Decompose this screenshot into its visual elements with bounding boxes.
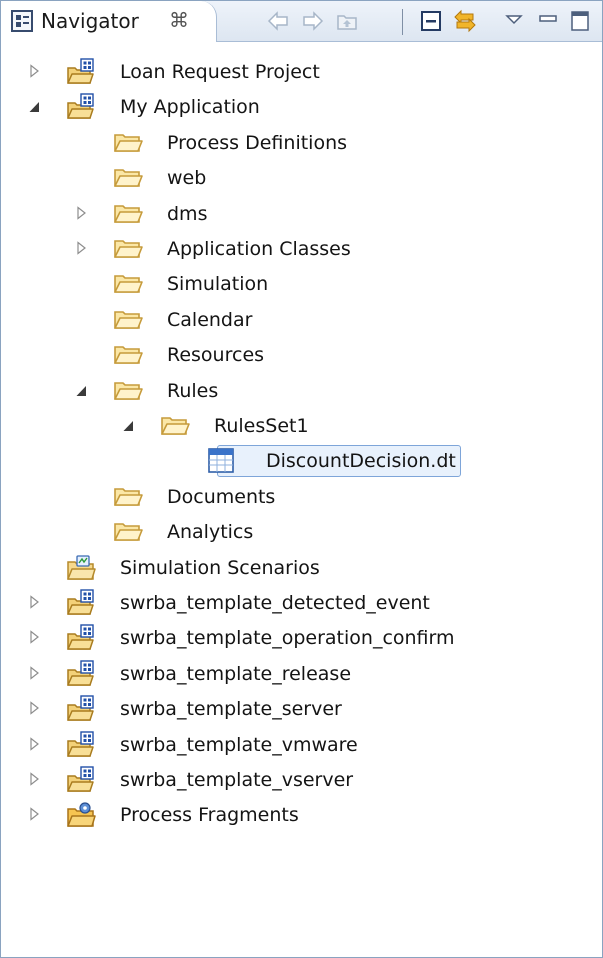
tree-item-application-classes[interactable]: Application Classes	[1, 232, 602, 267]
folder-icon	[113, 235, 143, 262]
tree-item-label: swrba_template_server	[120, 698, 342, 720]
tree-item-documents[interactable]: Documents	[1, 480, 602, 515]
forward-arrow-icon[interactable]	[301, 9, 325, 33]
simulation-scenarios-icon	[66, 554, 96, 581]
decision-table-icon	[207, 447, 237, 474]
close-icon[interactable]: ⌘	[169, 8, 189, 32]
tree-item-label: Loan Request Project	[120, 61, 320, 83]
navigator-view-icon	[11, 10, 33, 32]
collapsed-triangle-icon[interactable]	[28, 630, 41, 644]
link-with-editor-icon[interactable]	[453, 9, 477, 33]
folder-icon	[113, 306, 143, 333]
collapsed-triangle-icon[interactable]	[28, 666, 41, 680]
project-folder-icon	[66, 58, 96, 85]
folder-icon	[113, 377, 143, 404]
tree-item-swrba-template-server[interactable]: swrba_template_server	[1, 692, 602, 727]
navigator-view: Navigator ⌘ Loan Request Project My Appl…	[0, 0, 603, 958]
tree-item-label: swrba_template_detected_event	[120, 592, 430, 614]
folder-icon	[113, 483, 143, 510]
tree-item-analytics[interactable]: Analytics	[1, 515, 602, 550]
tree-item-label: Process Definitions	[167, 132, 348, 154]
view-header: Navigator ⌘	[1, 1, 602, 42]
tree-item-rules[interactable]: Rules	[1, 374, 602, 409]
tree-item-swrba-template-vserver[interactable]: swrba_template_vserver	[1, 763, 602, 798]
tree-item-swrba-template-detected-event[interactable]: swrba_template_detected_event	[1, 586, 602, 621]
tree-item-label: swrba_template_operation_confirm	[120, 627, 455, 649]
folder-icon	[113, 518, 143, 545]
tree-item-process-fragments[interactable]: Process Fragments	[1, 798, 602, 833]
tree-item-resources[interactable]: Resources	[1, 338, 602, 373]
tab-navigator[interactable]: Navigator ⌘	[1, 1, 217, 42]
tree-item-label: Resources	[167, 344, 265, 366]
minimize-icon[interactable]	[536, 9, 560, 33]
tree-item-label: RulesSet1	[214, 415, 309, 437]
tree-item-rulesset1[interactable]: RulesSet1	[1, 409, 602, 444]
expanded-triangle-icon[interactable]	[122, 419, 135, 433]
tree-item-label: Application Classes	[167, 238, 351, 260]
folder-icon	[113, 270, 143, 297]
go-up-icon[interactable]	[335, 9, 359, 33]
tree-item-dms[interactable]: dms	[1, 197, 602, 232]
folder-icon	[113, 164, 143, 191]
tree-item-simulation[interactable]: Simulation	[1, 267, 602, 302]
tree-item-swrba-template-vmware[interactable]: swrba_template_vmware	[1, 728, 602, 763]
tree-item-my-application[interactable]: My Application	[1, 90, 602, 125]
project-folder-icon	[66, 695, 96, 722]
tree-item-label: Process Fragments	[120, 804, 299, 826]
collapsed-triangle-icon[interactable]	[75, 241, 88, 255]
collapse-all-icon[interactable]	[419, 9, 443, 33]
collapsed-triangle-icon[interactable]	[28, 807, 41, 821]
tree-item-label: dms	[167, 203, 208, 225]
tree-item-label: DiscountDecision.dt	[217, 445, 461, 477]
tree-item-label: Simulation	[167, 273, 269, 295]
tab-label: Navigator	[41, 9, 139, 33]
collapsed-triangle-icon[interactable]	[75, 206, 88, 220]
folder-icon	[113, 341, 143, 368]
tree-item-label: Simulation Scenarios	[120, 557, 320, 579]
collapsed-triangle-icon[interactable]	[28, 772, 41, 786]
tree-item-label: Calendar	[167, 309, 253, 331]
folder-icon	[113, 129, 143, 156]
tree-item-loan-request-project[interactable]: Loan Request Project	[1, 55, 602, 90]
tree-item-label: My Application	[120, 96, 260, 118]
project-folder-icon	[66, 624, 96, 651]
collapsed-triangle-icon[interactable]	[28, 595, 41, 609]
tree-item-label: web	[167, 167, 207, 189]
maximize-icon[interactable]	[568, 9, 592, 33]
tree-item-label: Rules	[167, 380, 219, 402]
collapsed-triangle-icon[interactable]	[28, 701, 41, 715]
tree-item-web[interactable]: web	[1, 161, 602, 196]
collapsed-triangle-icon[interactable]	[28, 737, 41, 751]
expanded-triangle-icon[interactable]	[75, 384, 88, 398]
view-menu-icon[interactable]	[502, 9, 526, 33]
tree-item-label: swrba_template_vserver	[120, 769, 354, 791]
tree-item-process-definitions[interactable]: Process Definitions	[1, 126, 602, 161]
tree-item-label: Documents	[167, 486, 276, 508]
tree-item-simulation-scenarios[interactable]: Simulation Scenarios	[1, 551, 602, 586]
project-folder-icon	[66, 731, 96, 758]
expanded-triangle-icon[interactable]	[28, 100, 41, 114]
tree-item-discountdecision-dt[interactable]: DiscountDecision.dt	[1, 444, 602, 479]
tree-item-calendar[interactable]: Calendar	[1, 303, 602, 338]
tree-item-swrba-template-operation-confirm[interactable]: swrba_template_operation_confirm	[1, 621, 602, 656]
process-fragments-icon	[66, 801, 96, 828]
tree-item-label: swrba_template_release	[120, 663, 352, 685]
project-folder-icon	[66, 589, 96, 616]
tree-item-label: Analytics	[167, 521, 254, 543]
toolbar-separator	[402, 9, 403, 35]
project-folder-icon	[66, 660, 96, 687]
collapsed-triangle-icon[interactable]	[28, 64, 41, 78]
tree-item-label: swrba_template_vmware	[120, 734, 358, 756]
tree-item-swrba-template-release[interactable]: swrba_template_release	[1, 657, 602, 692]
folder-icon	[113, 200, 143, 227]
project-folder-icon	[66, 766, 96, 793]
project-folder-icon	[66, 93, 96, 120]
folder-icon	[160, 412, 190, 439]
back-arrow-icon[interactable]	[266, 9, 290, 33]
